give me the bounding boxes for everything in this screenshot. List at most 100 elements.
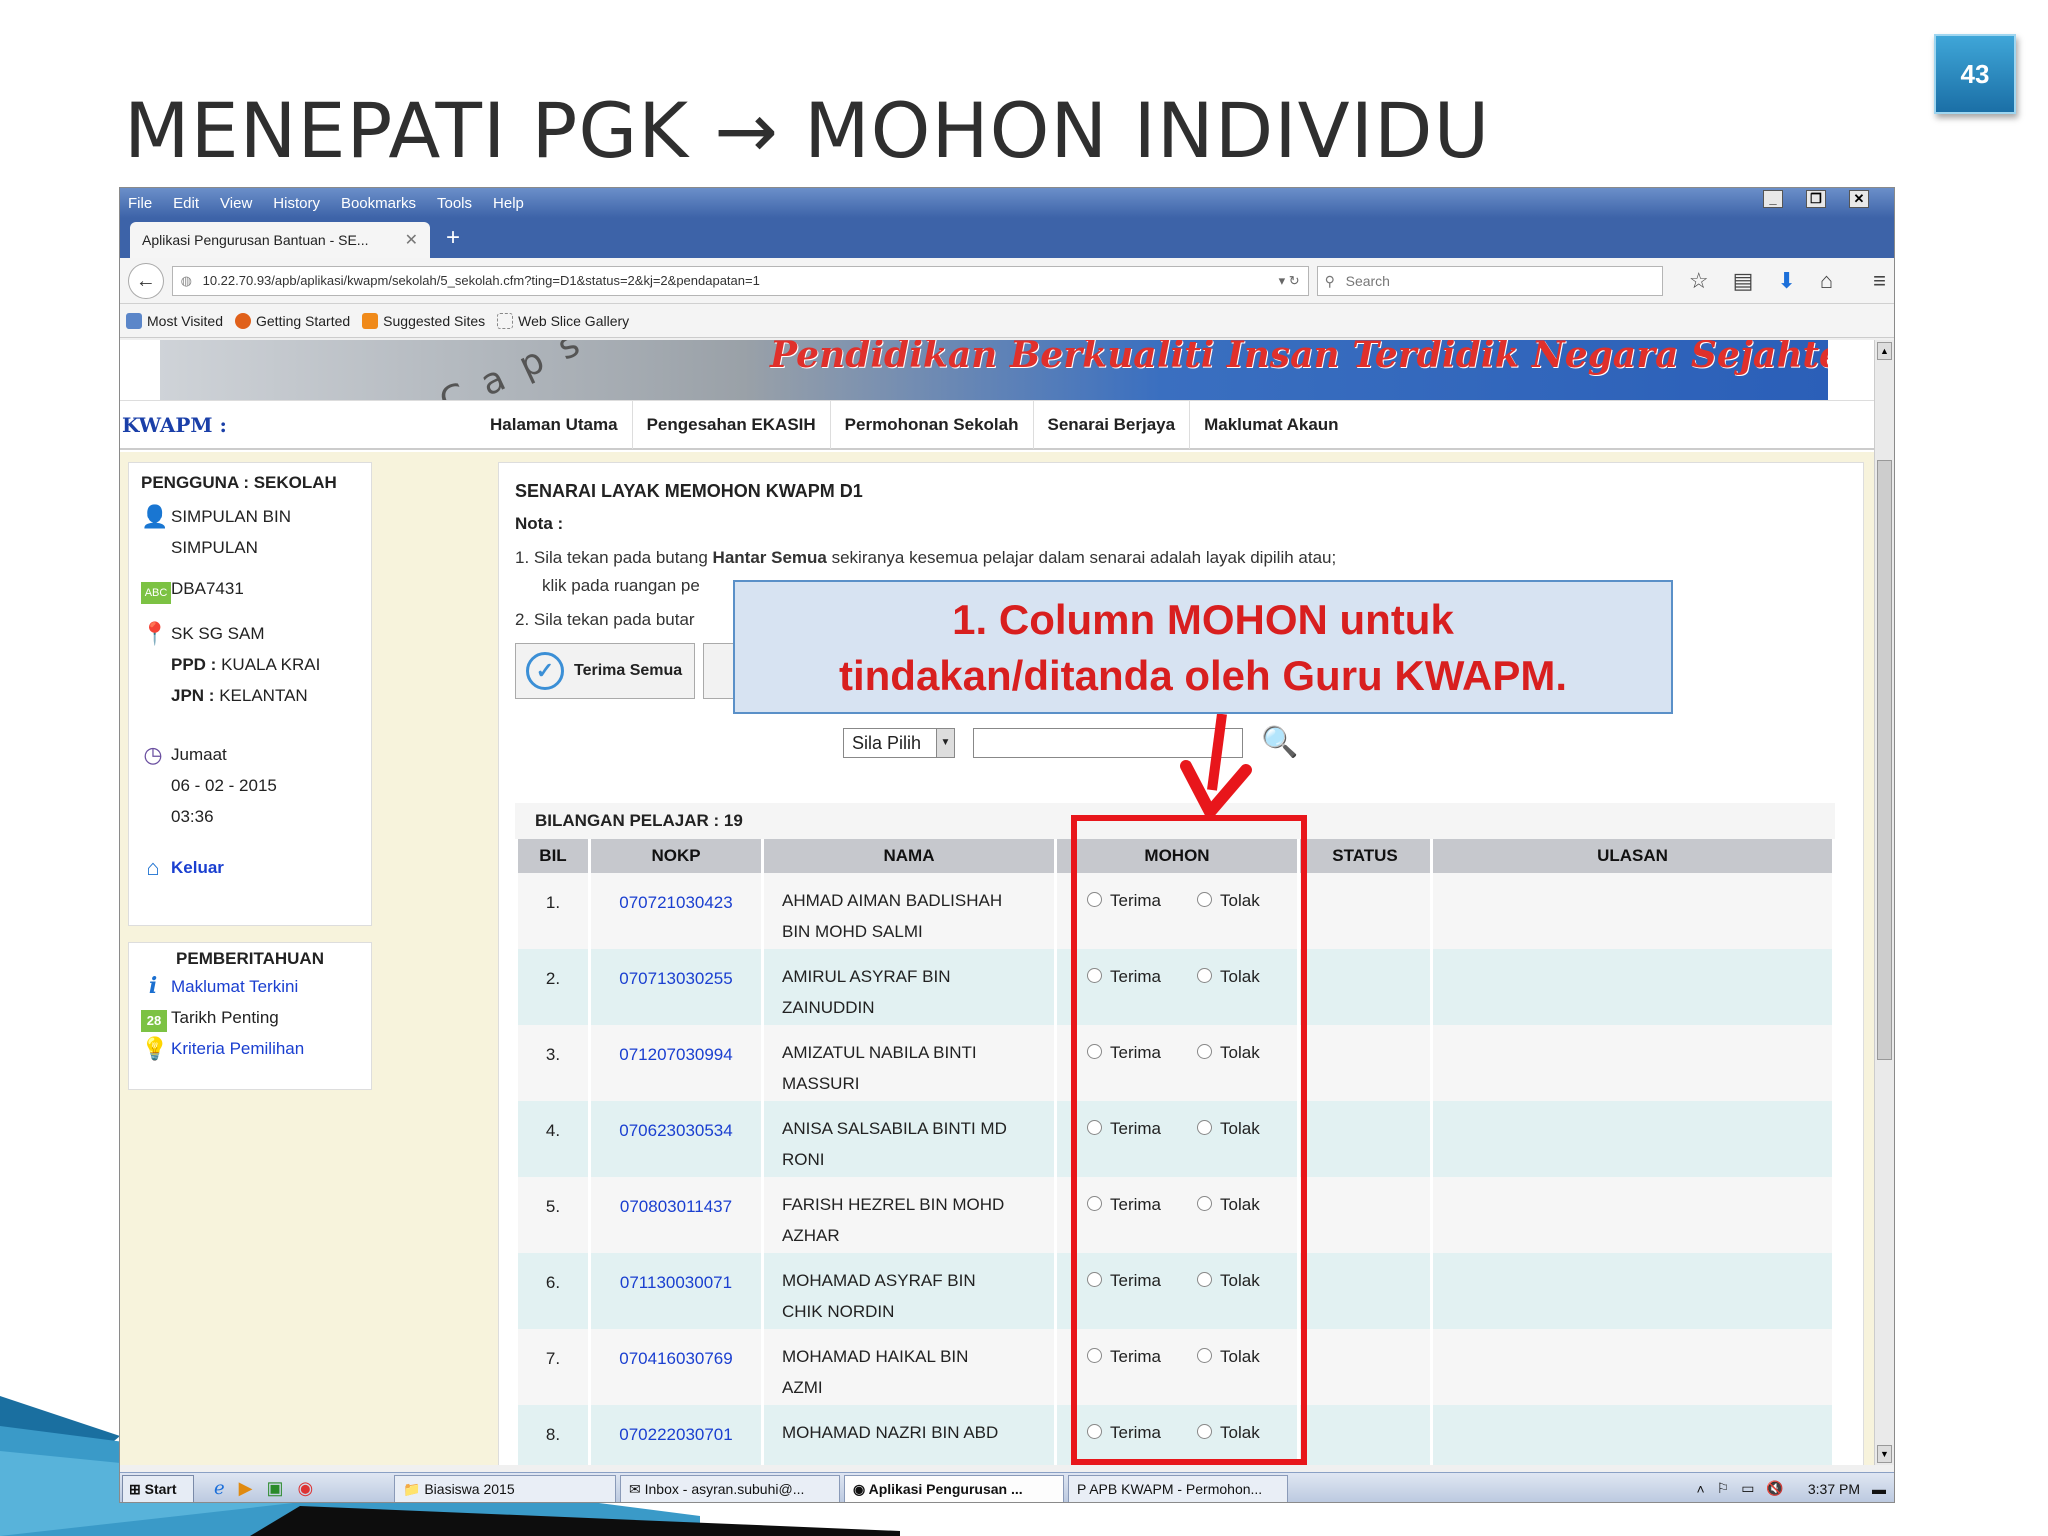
menu-hamburger-icon[interactable]: ≡ (1873, 268, 1886, 294)
bookmarks-toolbar: Most Visited Getting Started Suggested S… (120, 304, 1894, 338)
bookmark-suggested-sites[interactable]: Suggested Sites (362, 312, 485, 329)
start-button[interactable]: ⊞ Start (122, 1474, 194, 1502)
show-desktop-icon[interactable]: ▬ (1872, 1481, 1886, 1497)
cell-bil: 6. (518, 1253, 588, 1329)
bookmark-web-slice-gallery[interactable]: Web Slice Gallery (497, 312, 629, 329)
code-icon: ABC (141, 573, 171, 604)
browser-menubar: File Edit View History Bookmarks Tools H… (120, 188, 1894, 218)
cell-status (1300, 873, 1430, 949)
red-arrow-icon (1180, 714, 1252, 818)
cell-nokp-link[interactable]: 070416030769 (591, 1329, 761, 1405)
annotation-callout: 1. Column MOHON untuk tindakan/ditanda o… (733, 580, 1673, 714)
menu-tools[interactable]: Tools (437, 195, 472, 212)
task-inbox[interactable]: ✉ Inbox - asyran.subuhi@... (620, 1474, 840, 1502)
media-player-icon[interactable]: ▶ (239, 1478, 253, 1499)
cell-nokp-link[interactable]: 070803011437 (591, 1177, 761, 1253)
cell-nokp-link[interactable]: 070721030423 (591, 873, 761, 949)
page-number-badge: 43 (1934, 34, 2016, 114)
search-input[interactable]: ⚲ Search (1316, 265, 1663, 296)
menu-history[interactable]: History (273, 195, 320, 212)
cell-status (1300, 1025, 1430, 1101)
restore-button[interactable]: ❐ (1806, 190, 1826, 208)
search-placeholder: Search (1345, 272, 1390, 289)
cell-nokp-link[interactable]: 071130030071 (591, 1253, 761, 1329)
back-button[interactable]: ← (128, 262, 164, 299)
network-icon[interactable]: ▣ (267, 1478, 284, 1499)
nav-permohonan-sekolah[interactable]: Permohonan Sekolah (831, 401, 1034, 449)
bookmark-star-icon[interactable]: ☆ (1689, 268, 1709, 294)
bookmark-most-visited[interactable]: Most Visited (126, 312, 223, 329)
logout-link[interactable]: Keluar (171, 852, 224, 883)
filter-select[interactable]: Sila Pilih ▼ (843, 727, 955, 758)
task-biasiswa[interactable]: 📁 Biasiswa 2015 (394, 1474, 616, 1502)
cell-nokp-link[interactable]: 070623030534 (591, 1101, 761, 1177)
flag-icon[interactable]: ⚐ (1717, 1480, 1730, 1497)
volume-muted-icon[interactable]: 🔇 (1766, 1480, 1783, 1497)
minimize-button[interactable]: _ (1763, 190, 1783, 208)
ie-icon[interactable]: ℯ (214, 1478, 225, 1499)
close-tab-icon[interactable]: ✕ (405, 230, 418, 250)
tray-expand-icon[interactable]: ˄ (1696, 1481, 1704, 1497)
menu-edit[interactable]: Edit (173, 195, 199, 212)
menu-file[interactable]: File (128, 195, 152, 212)
cell-nokp-link[interactable]: 071207030994 (591, 1025, 761, 1101)
cell-status (1300, 949, 1430, 1025)
site-brand: KWAPM : (122, 413, 227, 437)
notice-heading: PEMBERITAHUAN (176, 949, 324, 968)
nav-links: Halaman Utama Pengesahan EKASIH Permohon… (476, 401, 1353, 449)
toolbar-icons: ☆ ▤ ⬇ ⌂ ≡ (1689, 268, 1886, 294)
calendar-icon: 28 (141, 1002, 167, 1033)
chrome-icon[interactable]: ◉ (298, 1478, 314, 1499)
notice-maklumat-terkini[interactable]: Maklumat Terkini (171, 971, 298, 1002)
cell-nokp-link[interactable]: 070713030255 (591, 949, 761, 1025)
nav-pengesahan-ekasih[interactable]: Pengesahan EKASIH (633, 401, 831, 449)
cell-ulasan (1433, 1025, 1832, 1101)
folder-icon (126, 312, 142, 329)
menu-help[interactable]: Help (493, 195, 524, 212)
task-apb-kwapm[interactable]: P APB KWAPM - Permohon... (1068, 1474, 1288, 1502)
scroll-thumb[interactable] (1877, 460, 1892, 1060)
cell-nokp-link[interactable]: 070222030701 (591, 1405, 761, 1465)
scroll-up-arrow[interactable]: ▲ (1877, 342, 1892, 360)
browser-window: File Edit View History Bookmarks Tools H… (119, 187, 1895, 1503)
nav-senarai-berjaya[interactable]: Senarai Berjaya (1034, 401, 1191, 449)
web-slice-icon (497, 312, 514, 329)
terima-semua-button[interactable]: ✓ Terima Semua (515, 643, 695, 699)
menu-view[interactable]: View (220, 195, 252, 212)
date-time: Jumaat 06 - 02 - 2015 03:36 (171, 745, 277, 826)
notice-tarikh-penting[interactable]: Tarikh Penting (171, 1002, 279, 1033)
new-tab-button[interactable]: + (446, 224, 460, 252)
nav-halaman-utama[interactable]: Halaman Utama (476, 401, 633, 449)
system-tray: ˄ ⚐ ▭ 🔇 3:37 PM ▬ (1696, 1480, 1894, 1497)
cell-bil: 2. (518, 949, 588, 1025)
scroll-down-arrow[interactable]: ▼ (1877, 1445, 1892, 1463)
nota-label: Nota : (515, 514, 564, 533)
browser-tab[interactable]: Aplikasi Pengurusan Bantuan - SE... ✕ (130, 222, 430, 258)
monitor-icon[interactable]: ▭ (1741, 1480, 1754, 1497)
bookmark-getting-started[interactable]: Getting Started (235, 312, 350, 329)
clock[interactable]: 3:37 PM (1808, 1481, 1860, 1497)
reload-icon[interactable]: ▾ ↻ (1279, 267, 1300, 295)
task-aplikasi-pengurusan[interactable]: ◉ Aplikasi Pengurusan ... (844, 1474, 1064, 1502)
suggested-sites-icon (362, 312, 379, 329)
cell-nama: AMIZATUL NABILA BINTI MASSURI (764, 1025, 1054, 1101)
user-icon: 👤 (141, 504, 169, 529)
notice-kriteria-pemilihan[interactable]: Kriteria Pemilihan (171, 1033, 304, 1064)
user-panel: PENGGUNA : SEKOLAH 👤 SIMPULAN BIN SIMPULAN… (128, 462, 372, 926)
user-name: SIMPULAN BIN SIMPULAN (171, 507, 291, 557)
windows-taskbar: ⊞ Start ℯ ▶ ▣ ◉ 📁 Biasiswa 2015 ✉ Inbox … (120, 1472, 1894, 1502)
main-heading: SENARAI LAYAK MEMOHON KWAPM D1 (515, 481, 863, 501)
cell-ulasan (1433, 1329, 1832, 1405)
close-window-button[interactable]: ✕ (1849, 190, 1869, 208)
nav-maklumat-akaun[interactable]: Maklumat Akaun (1190, 401, 1352, 449)
url-bar[interactable]: ◍ 10.22.70.93/apb/aplikasi/kwapm/sekolah… (171, 265, 1309, 296)
vertical-scrollbar[interactable]: ▲ ▼ (1874, 340, 1894, 1465)
home-logout-icon: ⌂ (146, 855, 160, 880)
app-navigation: KWAPM : Halaman Utama Pengesahan EKASIH … (120, 400, 1876, 450)
reading-list-icon[interactable]: ▤ (1733, 268, 1754, 294)
user-heading: PENGGUNA : SEKOLAH (141, 473, 337, 492)
home-icon[interactable]: ⌂ (1820, 268, 1833, 294)
menu-bookmarks[interactable]: Bookmarks (341, 195, 416, 212)
download-icon[interactable]: ⬇ (1777, 268, 1795, 294)
note-1: 1. Sila tekan pada butang Hantar Semua s… (515, 548, 1337, 567)
